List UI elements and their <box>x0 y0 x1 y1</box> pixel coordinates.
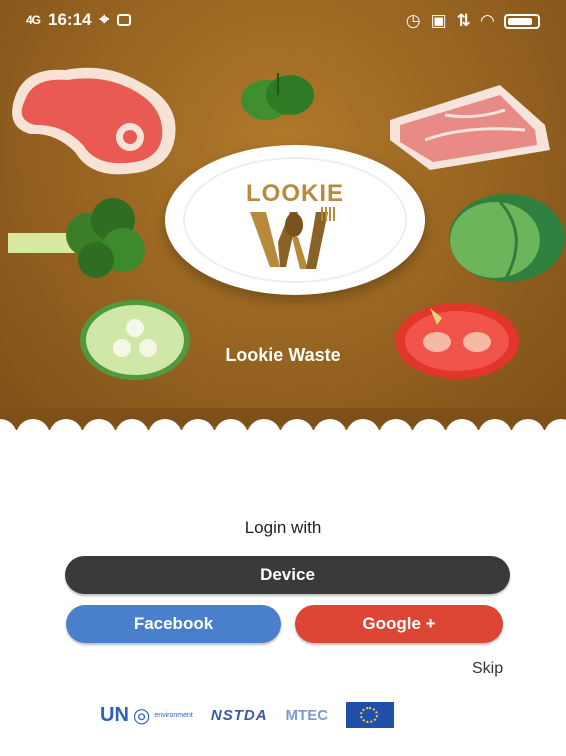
app-logo-icon <box>250 207 335 269</box>
un-logo-subtitle: environment <box>154 711 193 719</box>
login-facebook-button[interactable]: Facebook <box>66 605 281 643</box>
eu-stars-icon <box>360 707 379 723</box>
app-logo-text: LOOKIE <box>245 180 344 207</box>
cucumber-icon <box>80 300 190 380</box>
un-emblem-icon: ◎ <box>132 704 151 727</box>
tomato-icon <box>395 303 519 379</box>
cabbage-icon <box>449 194 565 282</box>
partner-logos: UN ◎ environment NSTDA MTEC <box>100 700 395 730</box>
eu-flag-logo <box>346 702 395 728</box>
pork-icon <box>390 85 550 170</box>
un-logo-text: UN <box>100 703 129 726</box>
splash-login-screen: 4G 16:14 ⌖ ◷ ▣ ⇅ ◠ LOOKIE Lookie Waste L… <box>0 0 566 756</box>
battery-icon <box>504 13 540 29</box>
alarm-icon: ◷ <box>405 11 421 30</box>
broccoli-icon <box>8 198 145 278</box>
steak-icon <box>12 67 176 175</box>
skip-link[interactable]: Skip <box>472 660 503 678</box>
hero-banner: 4G 16:14 ⌖ ◷ ▣ ⇅ ◠ LOOKIE Lookie Waste <box>0 0 566 430</box>
status-bar: 4G 16:14 ⌖ ◷ ▣ ⇅ ◠ <box>0 0 566 40</box>
nstda-logo: NSTDA <box>210 706 268 724</box>
app-name: Lookie Waste <box>225 345 341 365</box>
wifi-icon: ◠ <box>480 11 494 30</box>
notification-icon <box>117 14 132 26</box>
login-google-button[interactable]: Google + <box>295 605 503 643</box>
status-time: 16:14 <box>48 10 92 29</box>
location-icon: ⌖ <box>99 10 110 29</box>
mtec-logo-text: MTEC <box>285 706 329 724</box>
scalloped-divider <box>0 408 566 452</box>
login-with-label: Login with <box>244 518 322 537</box>
signal-icon: 4G <box>26 13 41 27</box>
logo-plate: LOOKIE <box>165 145 425 295</box>
un-environment-logo: UN ◎ environment <box>100 703 193 728</box>
sim-icon: ▣ <box>430 11 447 30</box>
login-device-button[interactable]: Device <box>65 556 510 594</box>
mtec-logo: MTEC <box>286 707 329 724</box>
data-icon: ⇅ <box>456 11 471 30</box>
spinach-icon <box>241 73 314 120</box>
